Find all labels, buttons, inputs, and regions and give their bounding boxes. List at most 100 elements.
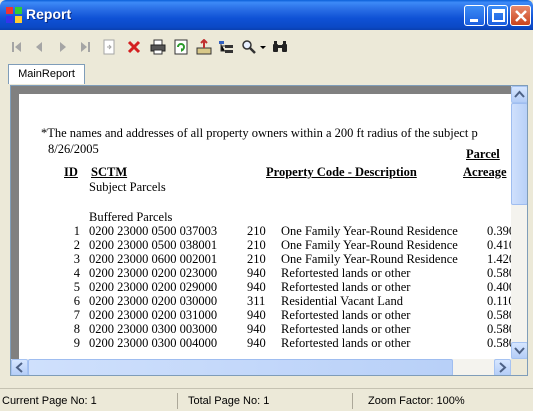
table-row: 3 0200 23000 0600 002001 210 One Family Yea… [19, 252, 511, 266]
scroll-right-button[interactable] [494, 359, 511, 375]
stop-icon[interactable] [126, 39, 142, 55]
tab-mainreport[interactable]: MainReport [8, 64, 85, 84]
row-acreage: 0.1100 [487, 294, 511, 308]
row-acreage: 0.5800 [487, 308, 511, 322]
scroll-left-button[interactable] [11, 359, 28, 375]
row-sctm: 0200 23000 0200 031000 [89, 308, 218, 322]
column-header-acreage: Acreage [463, 165, 507, 179]
vertical-scroll-thumb[interactable] [511, 103, 527, 205]
row-id: 2 [73, 238, 80, 252]
report-window: Report MainReport *The names and address… [0, 0, 533, 411]
group-tree-icon[interactable] [218, 39, 234, 55]
row-acreage: 1.4200 [487, 252, 511, 266]
report-toolbar [0, 30, 533, 62]
horizontal-scrollbar[interactable] [11, 359, 511, 375]
previous-page-icon[interactable] [31, 39, 47, 55]
row-id: 4 [73, 266, 80, 280]
scroll-down-button[interactable] [511, 342, 527, 359]
table-row: 1 0200 23000 0500 037003 210 One Family Yea… [19, 224, 511, 238]
minimize-button[interactable] [464, 5, 485, 26]
row-id: 6 [73, 294, 80, 308]
row-desc: Residential Vacant Land [281, 294, 403, 308]
vertical-scrollbar[interactable] [511, 86, 527, 359]
row-code: 940 [247, 336, 266, 350]
column-header-parcel: Parcel [466, 147, 500, 161]
zoom-dropdown-icon[interactable] [259, 39, 267, 55]
report-note: *The names and addresses of all property… [41, 126, 478, 140]
title-bar[interactable]: Report [0, 0, 533, 30]
scroll-up-button[interactable] [511, 86, 527, 103]
row-code: 940 [247, 280, 266, 294]
row-desc: One Family Year-Round Residence [281, 238, 458, 252]
row-desc: Refortested lands or other [281, 336, 411, 350]
row-acreage: 0.5800 [487, 336, 511, 350]
row-acreage: 0.5800 [487, 322, 511, 336]
row-acreage: 0.4000 [487, 280, 511, 294]
row-desc: Refortested lands or other [281, 322, 411, 336]
total-page-status: Total Page No: 1 [188, 393, 353, 409]
row-id: 5 [73, 280, 80, 294]
horizontal-scroll-thumb[interactable] [28, 359, 453, 375]
chevron-down-icon [514, 347, 525, 355]
row-id: 1 [73, 224, 80, 238]
row-id: 3 [73, 252, 80, 266]
row-code: 940 [247, 266, 266, 280]
row-code: 210 [247, 252, 266, 266]
table-row: 9 0200 23000 0300 004000 940 Refortested la… [19, 336, 511, 350]
row-sctm: 0200 23000 0200 023000 [89, 266, 218, 280]
status-bar: Current Page No: 1 Total Page No: 1 Zoom… [0, 388, 533, 411]
close-icon [515, 10, 527, 22]
next-page-icon[interactable] [55, 39, 71, 55]
row-code: 940 [247, 308, 266, 322]
row-desc: One Family Year-Round Residence [281, 224, 458, 238]
last-page-icon[interactable] [77, 39, 93, 55]
report-page: *The names and addresses of all property… [19, 94, 511, 364]
row-sctm: 0200 23000 0500 037003 [89, 224, 218, 238]
report-date: 8/26/2005 [48, 142, 99, 156]
row-code: 210 [247, 224, 266, 238]
row-code: 311 [247, 294, 266, 308]
chevron-right-icon [499, 362, 507, 373]
table-row: 5 0200 23000 0200 029000 940 Refortested la… [19, 280, 511, 294]
report-viewport[interactable]: *The names and addresses of all property… [10, 85, 528, 376]
row-sctm: 0200 23000 0500 038001 [89, 238, 218, 252]
export-icon[interactable] [196, 39, 212, 55]
zoom-icon[interactable] [241, 39, 257, 55]
chevron-up-icon [514, 90, 525, 98]
row-acreage: 0.4100 [487, 238, 511, 252]
row-desc: One Family Year-Round Residence [281, 252, 458, 266]
viewer-background: *The names and addresses of all property… [11, 86, 511, 364]
first-page-icon[interactable] [9, 39, 25, 55]
refresh-icon[interactable] [173, 39, 189, 55]
row-desc: Refortested lands or other [281, 280, 411, 294]
table-row: 6 0200 23000 0200 030000 311 Residential Va… [19, 294, 511, 308]
column-header-property: Property Code - Description [266, 165, 417, 179]
tab-strip: MainReport [0, 62, 533, 84]
table-row: 4 0200 23000 0200 023000 940 Refortested la… [19, 266, 511, 280]
row-sctm: 0200 23000 0200 029000 [89, 280, 218, 294]
row-acreage: 0.3900 [487, 224, 511, 238]
row-id: 7 [73, 308, 80, 322]
app-icon [6, 7, 22, 23]
zoom-factor-status: Zoom Factor: 100% [368, 395, 465, 407]
find-text-icon[interactable] [272, 39, 288, 55]
buffered-parcels-label: Buffered Parcels [89, 210, 173, 224]
column-header-sctm: SCTM [91, 165, 128, 179]
table-row: 8 0200 23000 0300 003000 940 Refortested la… [19, 322, 511, 336]
maximize-button[interactable] [487, 5, 508, 26]
row-acreage: 0.5800 [487, 266, 511, 280]
row-code: 940 [247, 322, 266, 336]
print-icon[interactable] [150, 39, 166, 55]
goto-page-icon[interactable] [101, 39, 117, 55]
table-row: 7 0200 23000 0200 031000 940 Refortested la… [19, 308, 511, 322]
row-sctm: 0200 23000 0300 003000 [89, 322, 218, 336]
row-desc: Refortested lands or other [281, 266, 411, 280]
table-row: 2 0200 23000 0500 038001 210 One Family Yea… [19, 238, 511, 252]
row-desc: Refortested lands or other [281, 308, 411, 322]
scroll-corner [511, 359, 527, 375]
row-id: 8 [73, 322, 80, 336]
row-sctm: 0200 23000 0200 030000 [89, 294, 218, 308]
close-button[interactable] [510, 5, 531, 26]
subject-parcels-label: Subject Parcels [89, 180, 166, 194]
column-header-id: ID [64, 165, 78, 179]
